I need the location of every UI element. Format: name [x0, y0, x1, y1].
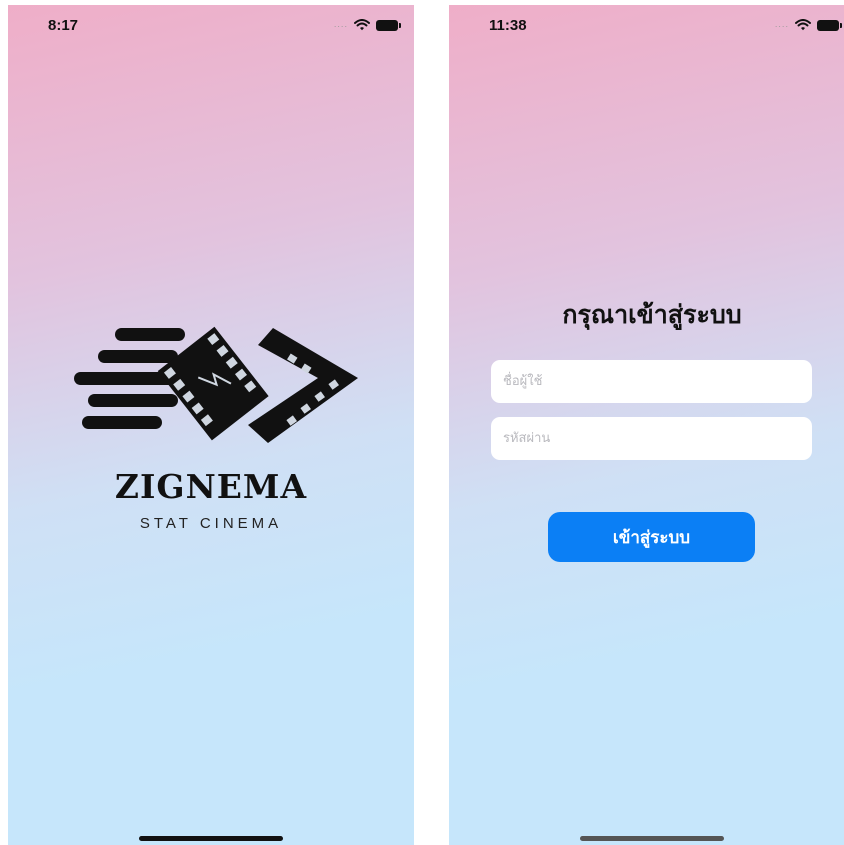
signal-icon: ....: [774, 20, 789, 29]
status-time: 8:17: [48, 17, 79, 34]
status-icons: ....: [774, 19, 842, 31]
login-screen: 11:38 .... กรุณาเข้าสู่ระบบ เข้าสู่ระบบ: [449, 5, 844, 845]
home-indicator[interactable]: [139, 836, 283, 841]
login-button[interactable]: เข้าสู่ระบบ: [548, 512, 755, 562]
password-input[interactable]: [491, 417, 812, 460]
status-bar: 11:38 ....: [449, 5, 844, 49]
film-strip-logo-icon: [74, 326, 358, 443]
battery-icon: [376, 19, 401, 31]
status-time: 11:38: [489, 17, 527, 34]
login-title: กรุณาเข้าสู่ระบบ: [562, 300, 742, 329]
status-icons: ....: [333, 19, 401, 31]
wifi-icon: [354, 19, 370, 31]
splash-screen: 8:17 .... ZIGNEMA STAT CINEMA: [8, 5, 414, 845]
brand-tagline: STAT CINEMA: [139, 515, 283, 532]
brand-name: ZIGNEMA: [114, 467, 308, 506]
battery-icon: [817, 19, 842, 31]
status-bar: 8:17 ....: [8, 5, 414, 49]
home-indicator[interactable]: [580, 836, 724, 841]
signal-icon: ....: [333, 20, 348, 29]
wifi-icon: [795, 19, 811, 31]
username-input[interactable]: [491, 360, 812, 403]
